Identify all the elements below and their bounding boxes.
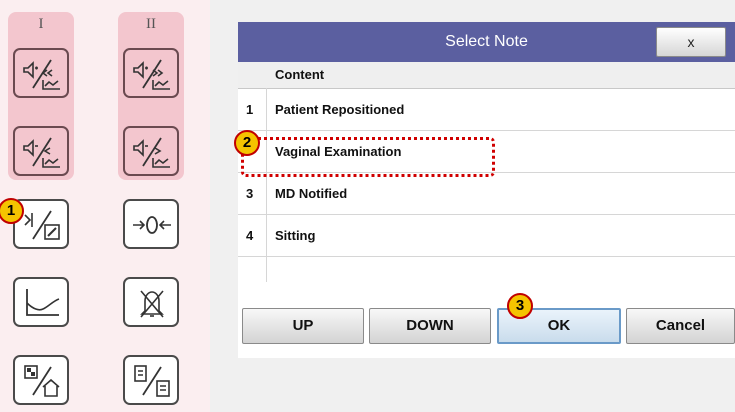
ecg2-up-key[interactable] [123, 48, 179, 98]
keypad-panel: I II [0, 0, 210, 412]
step-marker-2: 2 [234, 130, 260, 156]
home-key[interactable] [13, 355, 69, 405]
record-speed-down-icon [133, 137, 170, 168]
list-item[interactable]: 4 Sitting [238, 215, 735, 257]
record-speed-up-icon [23, 59, 60, 90]
report-key[interactable] [123, 355, 179, 405]
report-print-icon [134, 365, 170, 397]
list-item[interactable]: 3 MD Notified [238, 173, 735, 215]
select-note-dialog: Select Note x Content 1 Patient Repositi… [238, 22, 735, 358]
trend-graph-icon [26, 289, 60, 316]
dialog-titlebar: Select Note x [238, 22, 735, 62]
note-edit-icon [24, 210, 60, 240]
selection-highlight [241, 137, 495, 177]
record-speed-up-icon [133, 59, 170, 90]
column-header: Content [238, 62, 735, 89]
trend-key[interactable] [13, 277, 69, 327]
ecg1-up-key[interactable] [13, 48, 69, 98]
ecg1-down-key[interactable] [13, 126, 69, 176]
home-screen-icon [24, 365, 60, 397]
row-content: Patient Repositioned [275, 102, 405, 117]
row-number: 1 [246, 102, 254, 117]
row-content: MD Notified [275, 186, 348, 201]
row-number: 3 [246, 186, 254, 201]
alarm-silence-icon [140, 290, 164, 318]
step-marker-3: 3 [507, 293, 533, 319]
cancel-button[interactable]: Cancel [626, 308, 735, 344]
column-2-header: II [146, 16, 156, 32]
column-header-content: Content [275, 67, 325, 82]
list-item[interactable]: 1 Patient Repositioned [238, 89, 735, 131]
close-button[interactable]: x [656, 27, 726, 57]
record-speed-down-icon [23, 137, 60, 168]
ecg2-down-key[interactable] [123, 126, 179, 176]
row-content: Sitting [275, 228, 316, 243]
zero-adjust-icon [133, 216, 171, 234]
down-button[interactable]: DOWN [369, 308, 491, 344]
up-button[interactable]: UP [242, 308, 364, 344]
column-1-header: I [38, 16, 44, 32]
silence-key[interactable] [123, 277, 179, 327]
row-number: 4 [246, 228, 254, 243]
zero-key[interactable] [123, 199, 179, 249]
